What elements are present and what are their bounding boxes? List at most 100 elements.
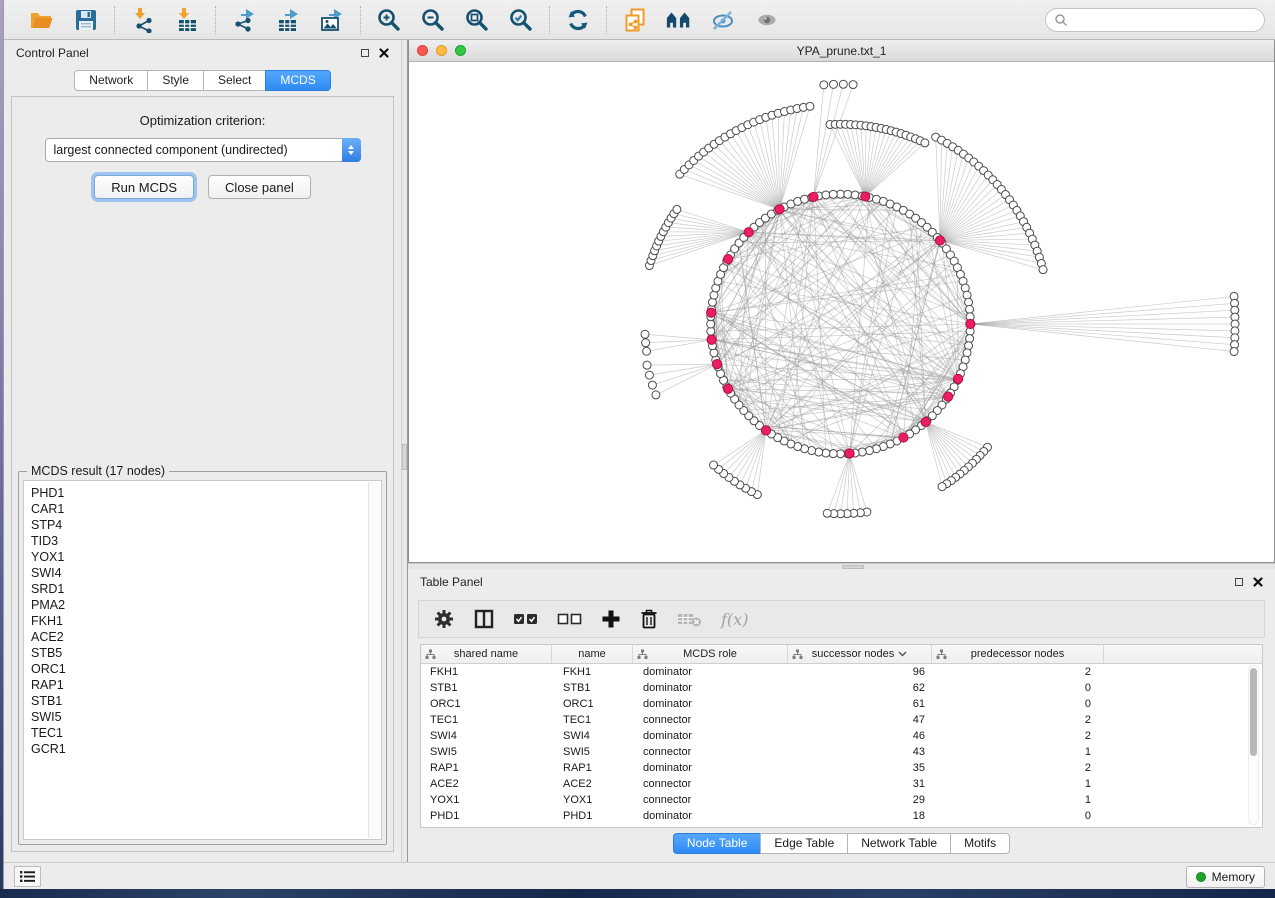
export-network-icon[interactable] (230, 6, 258, 34)
tab-edge-table[interactable]: Edge Table (760, 833, 848, 854)
column-header-shared-name[interactable]: shared name (421, 645, 552, 663)
hide-details-icon[interactable] (709, 6, 737, 34)
mcds-result-item[interactable]: ACE2 (31, 629, 381, 645)
cell-name[interactable]: TEC1 (552, 712, 633, 728)
columns-icon[interactable] (473, 608, 495, 630)
vertical-splitter[interactable] (401, 40, 408, 862)
network-titlebar[interactable]: YPA_prune.txt_1 (409, 40, 1274, 62)
cell-successor-nodes[interactable]: 35 (788, 760, 932, 776)
table-row[interactable]: RAP1 RAP1 dominator 35 2 (421, 760, 1262, 776)
column-header-successor-nodes[interactable]: successor nodes (788, 645, 932, 663)
cell-predecessor-nodes[interactable]: 2 (932, 728, 1104, 744)
table-row[interactable]: ORC1 ORC1 dominator 61 0 (421, 696, 1262, 712)
column-header-mcds-role[interactable]: MCDS role (633, 645, 788, 663)
mcds-result-item[interactable]: STP4 (31, 517, 381, 533)
table-scrollbar[interactable] (1248, 665, 1259, 825)
cell-successor-nodes[interactable]: 96 (788, 664, 932, 680)
search-input[interactable] (1045, 8, 1265, 32)
clone-network-icon[interactable] (621, 6, 649, 34)
run-mcds-button[interactable]: Run MCDS (94, 175, 194, 199)
cell-predecessor-nodes[interactable]: 1 (932, 776, 1104, 792)
tab-motifs[interactable]: Motifs (950, 833, 1010, 854)
cell-shared-name[interactable]: FKH1 (421, 664, 552, 680)
cell-mcds-role[interactable]: dominator (633, 664, 788, 680)
mcds-result-item[interactable]: STB5 (31, 645, 381, 661)
cell-predecessor-nodes[interactable]: 0 (932, 696, 1104, 712)
close-panel-icon[interactable] (379, 48, 389, 58)
mcds-result-item[interactable]: SRD1 (31, 581, 381, 597)
add-column-icon[interactable] (601, 609, 621, 629)
cell-name[interactable]: ORC1 (552, 696, 633, 712)
cell-successor-nodes[interactable]: 46 (788, 728, 932, 744)
cell-mcds-role[interactable]: connector (633, 744, 788, 760)
tab-mcds[interactable]: MCDS (265, 70, 330, 91)
cell-shared-name[interactable]: ORC1 (421, 696, 552, 712)
cell-name[interactable]: SWI4 (552, 728, 633, 744)
cell-predecessor-nodes[interactable]: 2 (932, 760, 1104, 776)
network-graph[interactable] (409, 62, 1274, 562)
tab-network-table[interactable]: Network Table (847, 833, 951, 854)
cell-name[interactable]: STB1 (552, 680, 633, 696)
close-panel-button[interactable]: Close panel (208, 175, 311, 199)
cell-predecessor-nodes[interactable]: 1 (932, 744, 1104, 760)
cell-successor-nodes[interactable]: 18 (788, 808, 932, 824)
memory-button[interactable]: Memory (1186, 866, 1265, 888)
cell-shared-name[interactable]: RAP1 (421, 760, 552, 776)
cell-name[interactable]: FKH1 (552, 664, 633, 680)
zoom-fit-icon[interactable] (463, 6, 491, 34)
tab-node-table[interactable]: Node Table (673, 833, 762, 854)
tab-network[interactable]: Network (74, 70, 148, 91)
splitter-grip[interactable] (842, 565, 864, 569)
cell-shared-name[interactable]: TEC1 (421, 712, 552, 728)
mcds-list-scrollbar[interactable] (368, 482, 380, 838)
float-panel-icon[interactable] (1235, 578, 1243, 586)
cell-mcds-role[interactable]: dominator (633, 728, 788, 744)
mcds-result-item[interactable]: PHD1 (31, 485, 381, 501)
gear-icon[interactable] (433, 608, 455, 630)
mcds-result-item[interactable]: CAR1 (31, 501, 381, 517)
cell-shared-name[interactable]: YOX1 (421, 792, 552, 808)
cell-successor-nodes[interactable]: 43 (788, 744, 932, 760)
cell-mcds-role[interactable]: connector (633, 712, 788, 728)
network-canvas[interactable] (409, 62, 1274, 562)
cell-successor-nodes[interactable]: 47 (788, 712, 932, 728)
deselect-all-icon[interactable] (557, 611, 583, 627)
mcds-result-item[interactable]: GCR1 (31, 741, 381, 757)
mcds-result-item[interactable]: YOX1 (31, 549, 381, 565)
refresh-icon[interactable] (564, 6, 592, 34)
cell-mcds-role[interactable]: connector (633, 792, 788, 808)
mcds-result-item[interactable]: TID3 (31, 533, 381, 549)
cell-mcds-role[interactable]: dominator (633, 808, 788, 824)
mcds-result-item[interactable]: TEC1 (31, 725, 381, 741)
cell-predecessor-nodes[interactable]: 2 (932, 712, 1104, 728)
cell-predecessor-nodes[interactable]: 0 (932, 808, 1104, 824)
cell-name[interactable]: ACE2 (552, 776, 633, 792)
close-panel-icon[interactable] (1253, 577, 1263, 587)
task-history-button[interactable] (14, 866, 41, 887)
show-details-icon[interactable] (753, 6, 781, 34)
mcds-result-item[interactable]: SWI5 (31, 709, 381, 725)
zoom-out-icon[interactable] (419, 6, 447, 34)
cell-shared-name[interactable]: SWI5 (421, 744, 552, 760)
splitter-grip[interactable] (402, 444, 407, 470)
cell-mcds-role[interactable]: dominator (633, 760, 788, 776)
cell-shared-name[interactable]: PHD1 (421, 808, 552, 824)
mcds-result-item[interactable]: STB1 (31, 693, 381, 709)
table-scrollbar-thumb[interactable] (1250, 668, 1257, 756)
cell-mcds-role[interactable]: connector (633, 776, 788, 792)
cell-mcds-role[interactable]: dominator (633, 696, 788, 712)
zoom-in-icon[interactable] (375, 6, 403, 34)
table-row[interactable]: SWI5 SWI5 connector 43 1 (421, 744, 1262, 760)
table-row[interactable]: FKH1 FKH1 dominator 96 2 (421, 664, 1262, 680)
tab-style[interactable]: Style (147, 70, 204, 91)
table-row[interactable]: PHD1 PHD1 dominator 18 0 (421, 808, 1262, 824)
column-header-name[interactable]: name (552, 645, 633, 663)
cell-successor-nodes[interactable]: 62 (788, 680, 932, 696)
cell-predecessor-nodes[interactable]: 2 (932, 664, 1104, 680)
export-image-icon[interactable] (318, 6, 346, 34)
cell-mcds-role[interactable]: dominator (633, 680, 788, 696)
search-text-field[interactable] (1073, 13, 1256, 27)
cell-shared-name[interactable]: STB1 (421, 680, 552, 696)
table-row[interactable]: YOX1 YOX1 connector 29 1 (421, 792, 1262, 808)
cell-successor-nodes[interactable]: 31 (788, 776, 932, 792)
